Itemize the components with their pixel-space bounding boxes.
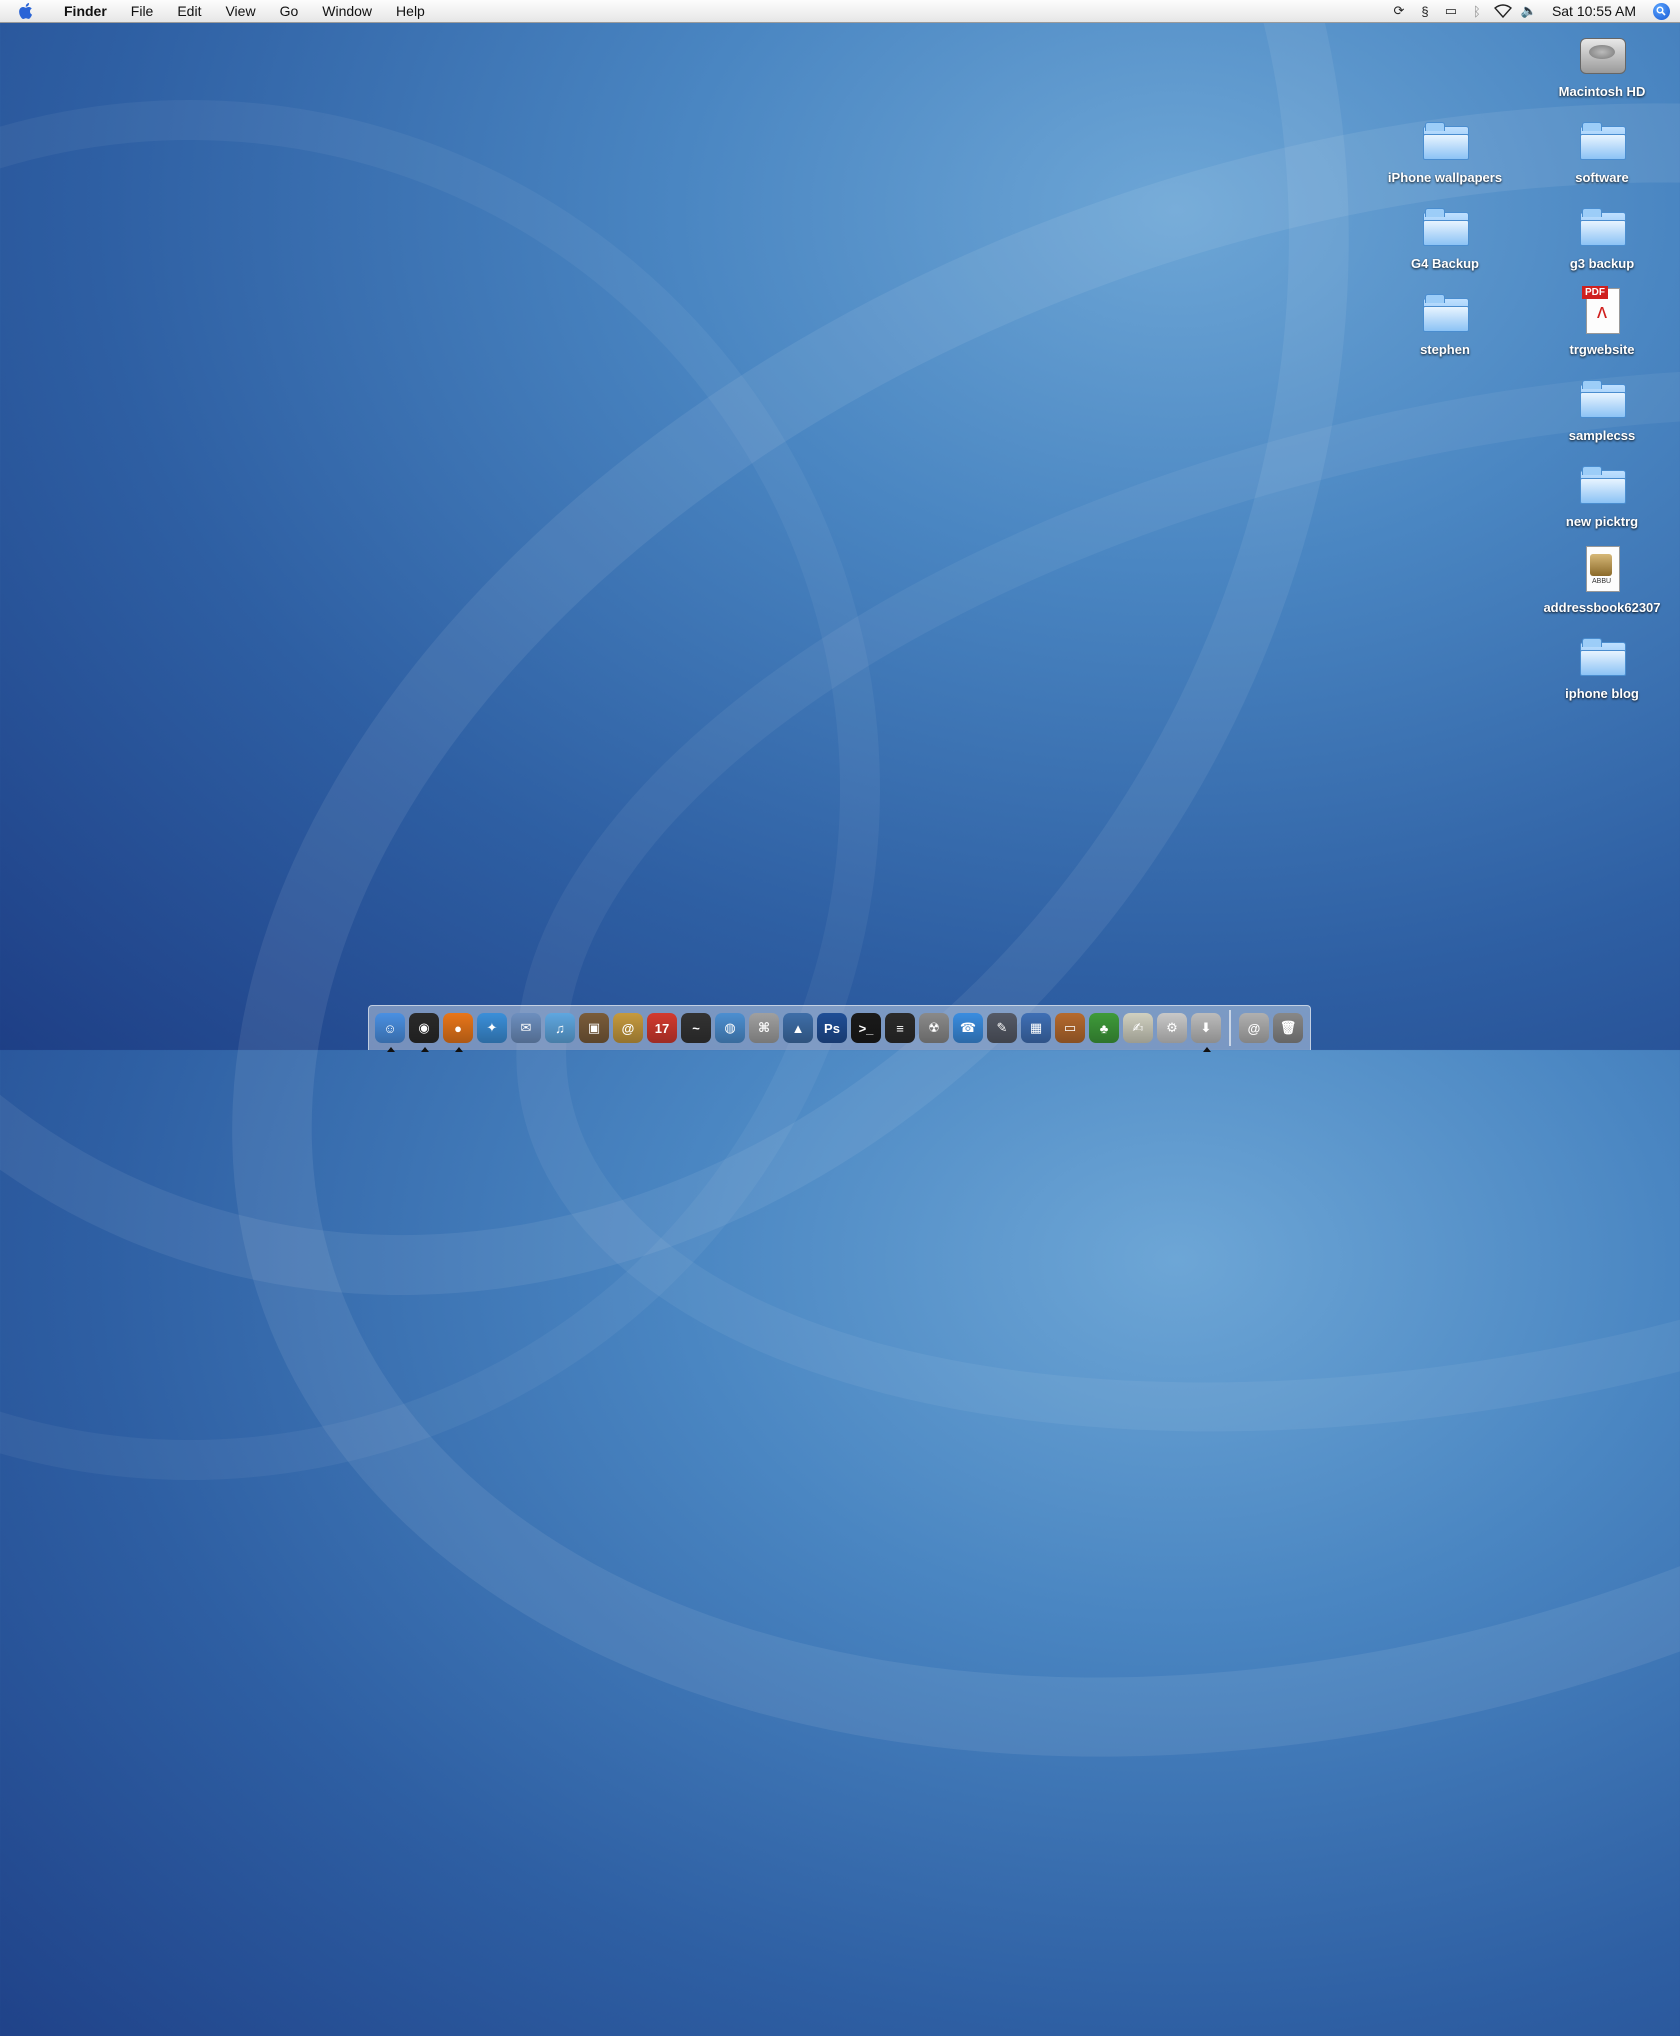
dock-dashboard-icon[interactable]: ◉ <box>409 1013 439 1052</box>
dock-finder-icon[interactable]: ☺ <box>375 1013 405 1052</box>
desktop-icon-label: software <box>1575 170 1629 185</box>
folder-icon <box>1417 198 1473 254</box>
dock-photo-browser-icon[interactable]: ▲ <box>783 1013 813 1043</box>
menu-extras: ⟳ § ▭ ᛒ 🔈 Sat 10:55 AM <box>1386 0 1680 22</box>
pdf-tag: PDF <box>1582 286 1608 299</box>
dock-mail-icon[interactable]: ✉ <box>511 1013 541 1043</box>
script-icon[interactable]: § <box>1412 0 1438 22</box>
dock-network-icon[interactable]: ◍ <box>715 1013 745 1043</box>
dock-safari-icon[interactable]: ✦ <box>477 1013 507 1043</box>
menu-app-finder[interactable]: Finder <box>52 0 119 22</box>
dock-utility-icon[interactable]: ≡ <box>885 1013 915 1043</box>
volume-icon[interactable]: 🔈 <box>1516 0 1542 22</box>
desktop-icon-addressbook62307[interactable]: ABBU addressbook62307 <box>1537 542 1667 615</box>
spotlight-search-icon[interactable] <box>1650 0 1672 22</box>
desktop-icon-label: G4 Backup <box>1411 256 1479 271</box>
desktop-icon-label: iphone blog <box>1565 686 1639 701</box>
dock-itunes-icon[interactable]: ♫ <box>545 1013 575 1043</box>
desktop-icon-macintosh-hd[interactable]: Macintosh HD <box>1537 26 1667 99</box>
abbu-tag: ABBU <box>1592 578 1612 585</box>
dock-script-editor-icon[interactable]: ✎ <box>987 1013 1017 1043</box>
dock-keynote-icon[interactable]: ▭ <box>1055 1013 1085 1043</box>
desktop-icon-label: iPhone wallpapers <box>1387 170 1503 185</box>
desktop-icon-g3-backup[interactable]: g3 backup <box>1537 198 1667 271</box>
desktop-icon-g4-backup[interactable]: G4 Backup <box>1380 198 1510 271</box>
desktop-icon-label: new picktrg <box>1565 514 1639 529</box>
bluetooth-icon[interactable]: ᛒ <box>1464 0 1490 22</box>
dock-mail-downloads-icon[interactable]: @ <box>1239 1013 1269 1043</box>
desktop-icon-iphone-wallpapers[interactable]: iPhone wallpapers <box>1380 112 1510 185</box>
dock-address-book-icon[interactable]: @ <box>613 1013 643 1043</box>
desktop-icon-label: stephen <box>1420 342 1470 357</box>
menu-view[interactable]: View <box>213 0 267 22</box>
dock-separator <box>1229 1010 1231 1046</box>
dock-preview-icon[interactable]: ⌘ <box>749 1013 779 1043</box>
dock-terminal-icon[interactable]: >_ <box>851 1013 881 1043</box>
desktop-icon-stephen[interactable]: stephen <box>1380 284 1510 357</box>
desktop-icon-label: trgwebsite <box>1569 342 1635 357</box>
dock-ichat-icon[interactable]: ☎ <box>953 1013 983 1043</box>
folder-icon <box>1417 112 1473 168</box>
desktop-icon-label: samplecss <box>1568 428 1636 443</box>
folder-icon <box>1574 628 1630 684</box>
dock-photoshop-icon[interactable]: Ps <box>817 1013 847 1043</box>
menu-go[interactable]: Go <box>268 0 311 22</box>
folder-icon <box>1574 456 1630 512</box>
wifi-icon[interactable] <box>1490 0 1516 22</box>
desktop-icon-samplecss[interactable]: samplecss <box>1537 370 1667 443</box>
dock: ☺ ◉ ● ✦ ✉ ♫ ▣ @17 ~ ◍ ⌘ ▲ Ps >_ ≡ ☢ ☎ ✎ ▦ ▭ ♣ ✍ ⚙ ⬇ @ 🗑 <box>368 1005 1311 1052</box>
folder-icon <box>1574 198 1630 254</box>
hard-drive-icon <box>1574 26 1630 82</box>
dock-installer-icon[interactable]: ⬇ <box>1191 1013 1221 1052</box>
dock-firefox-icon[interactable]: ● <box>443 1013 473 1052</box>
menu-window[interactable]: Window <box>310 0 384 22</box>
desktop-icon-iphone-blog[interactable]: iphone blog <box>1537 628 1667 701</box>
dock-trash-icon[interactable]: 🗑 <box>1273 1013 1303 1043</box>
sync-icon[interactable]: ⟳ <box>1386 0 1412 22</box>
menu-help[interactable]: Help <box>384 0 437 22</box>
dock-textedit-icon[interactable]: ✍ <box>1123 1013 1153 1043</box>
folder-icon <box>1574 112 1630 168</box>
dock-activity-monitor-icon[interactable]: ~ <box>681 1013 711 1043</box>
menu-file[interactable]: File <box>119 0 166 22</box>
desktop-icon-trgwebsite[interactable]: PDF ʌ trgwebsite <box>1537 284 1667 357</box>
dock-radiation-icon[interactable]: ☢ <box>919 1013 949 1043</box>
apple-menu-icon[interactable] <box>16 0 38 22</box>
dock-adium-icon[interactable]: ♣ <box>1089 1013 1119 1043</box>
folder-icon <box>1417 284 1473 340</box>
pdf-file-icon: PDF ʌ <box>1574 284 1630 340</box>
folder-icon <box>1574 370 1630 426</box>
dock-grapher-icon[interactable]: ▦ <box>1021 1013 1051 1043</box>
desktop-icon-label: g3 backup <box>1569 256 1635 271</box>
desktop-icon-new-picktrg[interactable]: new picktrg <box>1537 456 1667 529</box>
dock-ical-icon[interactable]: 17 <box>647 1013 677 1043</box>
desktop-icon-label: addressbook62307 <box>1543 600 1661 615</box>
desktop-icon-label: Macintosh HD <box>1558 84 1646 99</box>
menu-clock[interactable]: Sat 10:55 AM <box>1542 3 1650 19</box>
dock-iphoto-icon[interactable]: ▣ <box>579 1013 609 1043</box>
display-icon[interactable]: ▭ <box>1438 0 1464 22</box>
dock-system-prefs-icon[interactable]: ⚙ <box>1157 1013 1187 1043</box>
acrobat-swirl-icon: ʌ <box>1597 301 1607 323</box>
desktop-icon-software[interactable]: software <box>1537 112 1667 185</box>
address-book-archive-icon: ABBU <box>1574 542 1630 598</box>
menu-edit[interactable]: Edit <box>165 0 213 22</box>
menu-bar: Finder File Edit View Go Window Help ⟳ §… <box>0 0 1680 23</box>
